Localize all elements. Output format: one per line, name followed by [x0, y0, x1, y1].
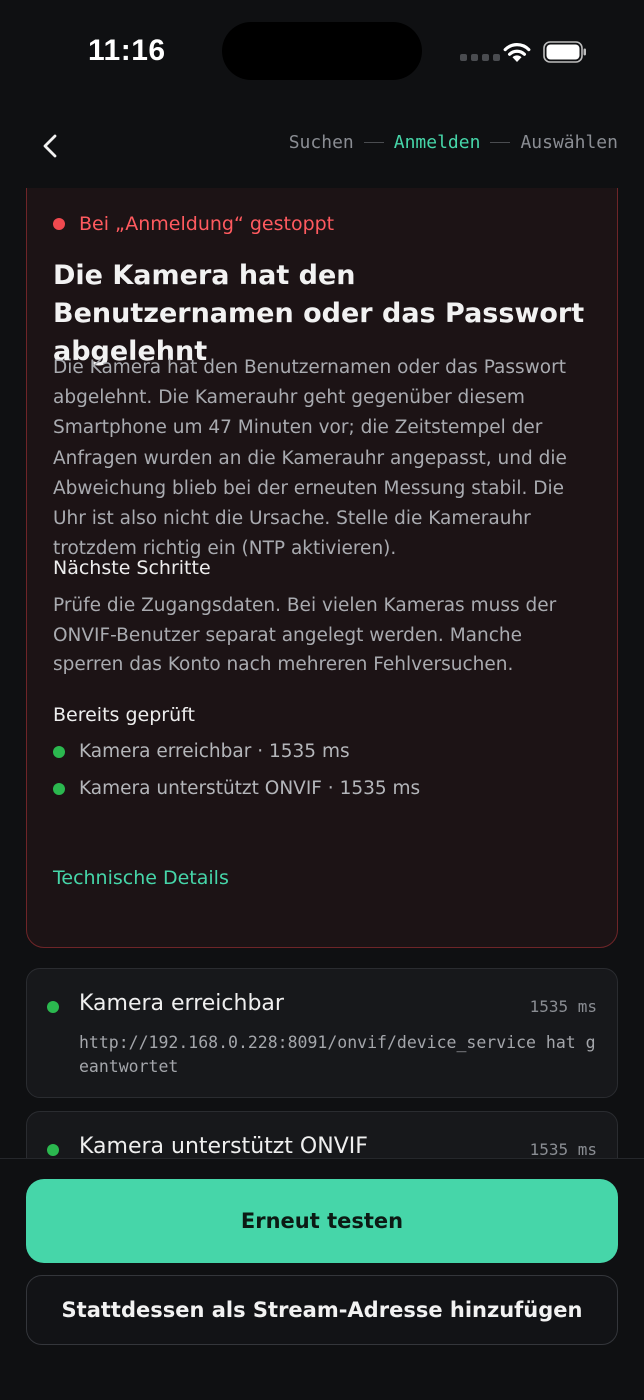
retry-button[interactable]: Erneut testen: [26, 1179, 618, 1263]
bottom-action-bar: Erneut testen Stattdessen als Stream-Adr…: [0, 1158, 644, 1400]
chevron-left-icon: [43, 134, 57, 158]
step-title: Kamera erreichbar: [79, 991, 284, 1016]
success-dot-icon: [47, 1144, 59, 1156]
next-steps-heading: Nächste Schritte: [53, 557, 211, 579]
progress-steps: Suchen Anmelden Auswählen: [289, 132, 618, 153]
checked-item-label: Kamera unterstützt ONVIF · 1535 ms: [79, 778, 421, 799]
step-detail: http://192.168.0.228:8091/onvif/device_s…: [79, 1033, 596, 1076]
status-bar: 11:16: [0, 0, 644, 100]
step-divider: [490, 142, 511, 143]
scroll-content[interactable]: Bei „Anmeldung“ gestoppt Die Kamera hat …: [0, 188, 644, 1158]
stopped-label: Bei „Anmeldung“ gestoppt: [79, 213, 335, 235]
stopped-status: Bei „Anmeldung“ gestoppt: [53, 213, 334, 235]
step-login: Anmelden: [393, 132, 481, 153]
checked-item: Kamera erreichbar · 1535 ms: [53, 741, 350, 762]
error-card: Bei „Anmeldung“ gestoppt Die Kamera hat …: [26, 188, 618, 948]
battery-icon: [543, 41, 586, 63]
checked-item: Kamera unterstützt ONVIF · 1535 ms: [53, 778, 420, 799]
error-description: Die Kamera hat den Benutzernamen oder da…: [53, 357, 567, 560]
dynamic-island: [222, 22, 422, 80]
step-select: Auswählen: [520, 132, 618, 153]
wifi-icon: [503, 43, 531, 62]
step-duration: 1535 ms: [529, 997, 597, 1016]
step-duration: 1535 ms: [529, 1140, 597, 1158]
success-dot-icon: [53, 745, 65, 758]
status-time: 11:16: [88, 34, 166, 67]
step-search: Suchen: [288, 132, 354, 153]
add-as-stream-button[interactable]: Stattdessen als Stream-Adresse hinzufüge…: [26, 1275, 618, 1345]
step-card-onvif[interactable]: Kamera unterstützt ONVIF 1535 ms: [26, 1111, 618, 1158]
error-dot-icon: [53, 218, 65, 230]
success-dot-icon: [47, 1001, 59, 1013]
technical-details-link[interactable]: Technische Details: [53, 867, 229, 889]
cellular-signal-icon: [460, 54, 500, 61]
checked-heading: Bereits geprüft: [53, 704, 195, 726]
checked-item-label: Kamera erreichbar · 1535 ms: [79, 741, 350, 762]
step-card-reachable[interactable]: Kamera erreichbar 1535 ms http://192.168…: [26, 968, 618, 1098]
step-divider: [363, 142, 384, 143]
navigation-bar: Suchen Anmelden Auswählen: [0, 118, 644, 174]
step-title: Kamera unterstützt ONVIF: [79, 1134, 368, 1158]
next-steps-text: Prüfe die Zugangsdaten. Bei vielen Kamer…: [53, 595, 557, 675]
success-dot-icon: [53, 782, 65, 795]
back-button[interactable]: [32, 126, 68, 166]
